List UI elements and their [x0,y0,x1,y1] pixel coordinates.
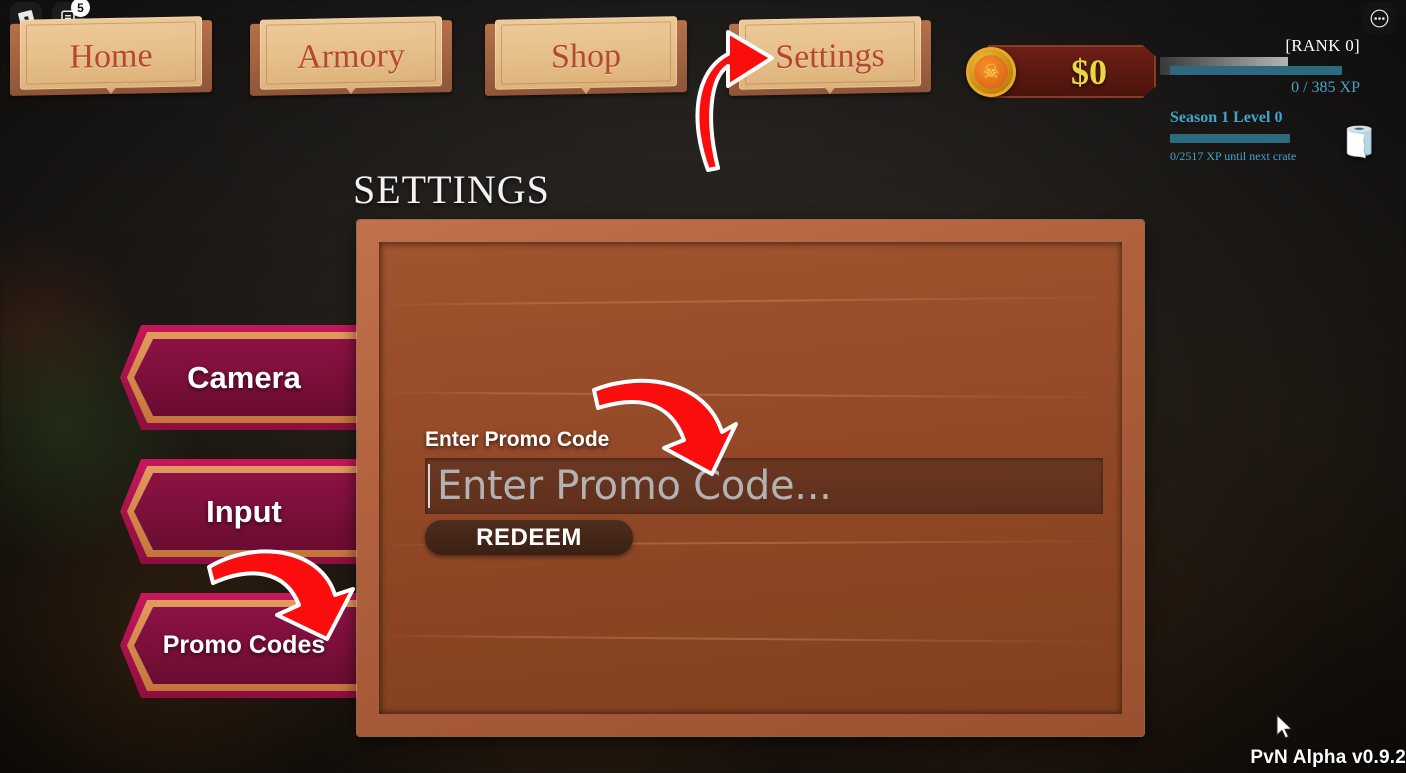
redeem-button-label: REDEEM [476,523,582,551]
nav-tab-label: Settings [775,36,885,77]
redeem-button[interactable]: REDEEM [425,520,633,555]
wood-grain-line [379,391,1122,399]
sidebar-item-label: Camera [187,359,301,395]
nav-tab-settings[interactable]: Settings [727,16,933,96]
more-options-glyph [1370,9,1389,28]
nav-tab-label: Home [69,37,153,76]
skull-coin-face: ☠ [974,55,1008,89]
treasure-crate-icon: 🧻 [1340,126,1378,159]
settings-panel-interior: Enter Promo Code Enter Promo Code... RED… [378,242,1123,714]
rank-xp-bar [1170,66,1342,75]
wood-grain-line [379,296,1122,306]
rank-xp-text: 0 / 385 XP [1291,79,1360,96]
sidebar-item-label: Input [206,493,282,529]
sidebar-item-label: Promo Codes [162,631,326,659]
next-crate-text: 0/2517 XP until next crate [1170,149,1297,163]
settings-sidebar: Camera Input Promo Codes [120,325,370,727]
currency-amount: $0 [1071,51,1107,92]
nav-tab-home[interactable]: Home [8,16,214,96]
rank-xp-panel: [RANK 0] 0 / 385 XP Season 1 Level 0 0/2… [1160,36,1378,164]
promo-code-label: Enter Promo Code [425,428,610,451]
currency-display[interactable]: $0 ☠ [966,45,1156,98]
skull-coin-icon: ☠ [966,47,1016,97]
season-level-label: Season 1 Level 0 [1170,109,1283,126]
nav-tab-label: Shop [551,37,621,76]
page-title: SETTINGS [353,167,550,212]
nav-tab-shop[interactable]: Shop [483,16,689,96]
wood-grain-line [379,634,1122,644]
nav-tab-label: Armory [297,36,405,77]
season-xp-bar [1170,134,1290,143]
more-options-icon[interactable] [1363,2,1396,35]
sidebar-item-camera[interactable]: Camera [120,325,368,430]
promo-code-placeholder: Enter Promo Code... [437,463,832,509]
text-caret [428,464,430,508]
promo-code-form: Enter Promo Code Enter Promo Code... RED… [425,428,1103,555]
rank-label: [RANK 0] [1285,36,1360,55]
settings-panel: Enter Promo Code Enter Promo Code... RED… [357,220,1144,736]
version-label: PvN Alpha v0.9.2 [1250,747,1406,768]
top-navigation: Home Armory Shop Settings [0,8,950,108]
nav-tab-armory[interactable]: Armory [248,16,454,96]
promo-code-input[interactable]: Enter Promo Code... [425,458,1103,514]
sidebar-item-promo-codes[interactable]: Promo Codes [120,593,368,698]
mouse-cursor [1276,714,1293,739]
sidebar-item-input[interactable]: Input [120,459,368,564]
